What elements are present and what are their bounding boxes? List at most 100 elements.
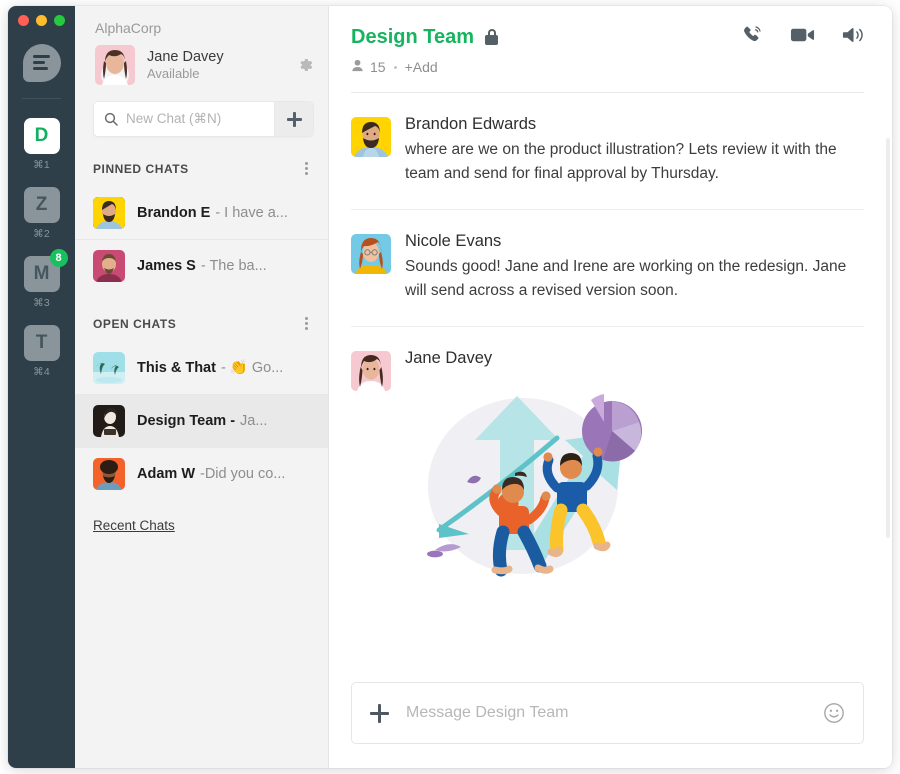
current-user-row[interactable]: Jane Davey Available (75, 36, 328, 85)
organization-name: AlphaCorp (95, 20, 162, 36)
jane-avatar-image (351, 350, 391, 391)
unread-badge: 8 (49, 249, 68, 267)
avatar (95, 45, 135, 85)
chat-preview: - The ba... (200, 258, 267, 274)
avatar (93, 196, 125, 229)
app-root: D ⌘1 Z ⌘2 M 8 ⌘3 T ⌘4 AlphaCorp Jane Dav… (0, 0, 900, 774)
gear-icon[interactable] (296, 56, 314, 74)
rail-divider (22, 98, 61, 99)
nicole-avatar-image (351, 233, 391, 274)
chat-preview: -Did you co... (200, 466, 286, 482)
conversation-actions (742, 24, 864, 50)
chat-preview: - I have a... (215, 204, 288, 221)
new-chat-search[interactable]: New Chat (⌘N) (93, 101, 314, 137)
avatar (351, 117, 391, 157)
section-header-pinned: PINNED CHATS (75, 137, 328, 186)
workspace-list: D ⌘1 Z ⌘2 M 8 ⌘3 T ⌘4 (8, 118, 75, 394)
workspace-letter: Z (35, 194, 48, 215)
phone-call-icon[interactable] (742, 24, 763, 50)
avatar (93, 405, 125, 437)
avatar (93, 250, 125, 282)
conversation-pane: Design Team 15 +Add Brandon Edwards wher… (329, 6, 892, 768)
new-chat-button[interactable] (274, 102, 313, 136)
current-user-text: Jane Davey Available (147, 49, 296, 81)
message-list: Brandon Edwards where are we on the prod… (329, 93, 892, 682)
workspace-tile-t[interactable]: T (23, 325, 60, 361)
adam-avatar-image (93, 458, 125, 490)
workspace-item-m[interactable]: M 8 ⌘3 (8, 249, 75, 309)
current-user-name: Jane Davey (147, 49, 224, 65)
workspace-item-t[interactable]: T ⌘4 (8, 325, 75, 378)
workspace-item-z[interactable]: Z ⌘2 (8, 187, 75, 240)
avatar (351, 350, 391, 391)
list-item[interactable]: Brandon E - I have a... (75, 186, 328, 239)
message-item: Nicole Evans Sounds good! Jane and Irene… (351, 210, 864, 327)
app-window: D ⌘1 Z ⌘2 M 8 ⌘3 T ⌘4 AlphaCorp Jane Dav… (8, 6, 892, 768)
minimize-window-button[interactable] (36, 15, 47, 26)
list-item[interactable]: James S - The ba... (75, 239, 328, 292)
workspace-rail: D ⌘1 Z ⌘2 M 8 ⌘3 T ⌘4 (8, 6, 75, 768)
message-author: Nicole Evans (405, 231, 502, 250)
message-composer[interactable]: Message Design Team (351, 682, 864, 744)
workspace-shortcut: ⌘4 (33, 366, 50, 378)
message-text: Sounds good! Jane and Irene are working … (405, 257, 847, 300)
workspace-shortcut: ⌘3 (33, 297, 50, 309)
jane-avatar-image (95, 45, 135, 85)
speaker-icon[interactable] (842, 25, 864, 50)
search-icon (104, 112, 118, 126)
chat-row-text: James S - The ba... (137, 258, 267, 274)
chat-name: Brandon E (137, 204, 211, 221)
kebab-menu-icon[interactable] (301, 314, 312, 333)
workspace-tile-z[interactable]: Z (23, 187, 60, 223)
lock-icon (485, 29, 498, 45)
chat-name: Design Team - (137, 413, 236, 429)
chat-row-text: Brandon E - I have a... (137, 205, 288, 221)
chat-bubble-logo-icon (22, 44, 61, 82)
brandon-avatar-image (351, 117, 391, 157)
conversation-title-row: Design Team (351, 24, 864, 50)
workspace-item-d[interactable]: D ⌘1 (8, 118, 75, 171)
message-author: Brandon Edwards (405, 115, 537, 133)
message-scrollbar[interactable] (886, 138, 890, 538)
smiley-icon[interactable] (823, 702, 845, 724)
chat-row-text: This & That - 👏 Go... (137, 359, 283, 376)
brandon-avatar-image (93, 196, 125, 229)
message-item: Jane Davey (351, 327, 864, 605)
section-title: PINNED CHATS (93, 161, 189, 176)
person-icon (351, 59, 364, 75)
plus-icon (286, 111, 302, 127)
app-logo (8, 44, 75, 82)
workspace-tile-d[interactable]: D (23, 118, 60, 154)
maximize-window-button[interactable] (54, 15, 65, 26)
message-body: Nicole Evans Sounds good! Jane and Irene… (405, 232, 864, 304)
section-header-open: OPEN CHATS (75, 292, 328, 341)
conversation-members: 15 +Add (351, 59, 864, 75)
list-item-design-team[interactable]: Design Team - Ja... (75, 394, 328, 447)
chat-name: Adam W (137, 466, 195, 482)
video-call-icon[interactable] (790, 24, 815, 50)
avatar (351, 233, 391, 274)
james-avatar-image (93, 250, 125, 282)
workspace-letter: M (33, 263, 50, 284)
chat-row-text: Adam W -Did you co... (137, 466, 285, 482)
chat-name: James S (137, 258, 196, 274)
section-title: OPEN CHATS (93, 316, 177, 331)
search-placeholder: New Chat (⌘N) (126, 111, 222, 126)
this-and-that-avatar-image (93, 351, 125, 384)
search-input[interactable]: New Chat (⌘N) (94, 102, 274, 136)
list-item[interactable]: This & That - 👏 Go... (75, 341, 328, 394)
recent-chats-link[interactable]: Recent Chats (75, 500, 328, 533)
workspace-tile-m[interactable]: M 8 (23, 249, 68, 292)
chat-name: This & That (137, 360, 216, 376)
message-input[interactable]: Message Design Team (406, 704, 823, 722)
kebab-menu-icon[interactable] (301, 159, 312, 178)
plus-icon[interactable] (370, 703, 389, 723)
add-member-button[interactable]: +Add (405, 59, 438, 75)
close-window-button[interactable] (18, 15, 29, 26)
avatar (93, 458, 125, 490)
current-user-status: Available (147, 66, 200, 81)
list-item[interactable]: Adam W -Did you co... (75, 447, 328, 500)
message-author: Jane Davey (405, 348, 493, 367)
page-title: Design Team (351, 25, 474, 48)
design-team-avatar-image (93, 405, 125, 437)
